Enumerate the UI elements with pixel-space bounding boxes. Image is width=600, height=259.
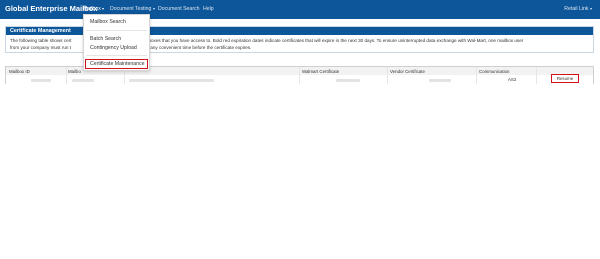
column-divider bbox=[387, 67, 388, 75]
chevron-down-icon bbox=[152, 7, 155, 10]
nav-mailbox[interactable]: Mailbox bbox=[83, 6, 105, 12]
menu-divider bbox=[86, 55, 147, 56]
nav-mailbox-label: Mailbox bbox=[83, 6, 101, 12]
redacted-vendor-cert bbox=[429, 78, 451, 82]
column-divider bbox=[536, 75, 537, 84]
redacted-mailbox-id bbox=[31, 78, 51, 82]
header-vendor-certificate[interactable]: Vendor Certificate bbox=[390, 69, 425, 74]
column-divider bbox=[387, 75, 388, 84]
column-divider bbox=[299, 67, 300, 75]
header-mailbox[interactable]: Mailbo bbox=[68, 69, 81, 74]
communication-value: AS2 bbox=[508, 77, 517, 82]
nav-document-testing[interactable]: Document Testing bbox=[110, 6, 155, 12]
panel-line-1-right: r the mailboxes that you have access to.… bbox=[129, 38, 524, 43]
redacted-walmart-cert bbox=[336, 78, 360, 82]
column-divider bbox=[66, 67, 67, 75]
column-divider bbox=[299, 75, 300, 84]
menu-item-batch-search[interactable]: Batch Search bbox=[90, 36, 121, 42]
header-communication[interactable]: Communication bbox=[479, 69, 510, 74]
menu-divider bbox=[86, 30, 147, 31]
panel-line-2-right: ' at any convenient time before the cert… bbox=[143, 45, 252, 50]
column-divider bbox=[476, 75, 477, 84]
header-mailbox-id[interactable]: Mailbox ID bbox=[9, 69, 30, 74]
nav-document-testing-label: Document Testing bbox=[110, 6, 152, 12]
retail-link-label: Retail Link bbox=[564, 6, 589, 12]
nav-document-search[interactable]: Document Search bbox=[158, 6, 200, 12]
menu-item-mailbox-search[interactable]: Mailbox Search bbox=[90, 19, 126, 25]
table-row: AS2 bbox=[6, 75, 593, 84]
column-divider bbox=[66, 75, 67, 84]
panel-line-2-left: from your company must run t bbox=[10, 45, 72, 50]
mailbox-dropdown-menu: Mailbox Search Batch Search Contingency … bbox=[83, 14, 150, 71]
chevron-down-icon bbox=[590, 7, 592, 10]
menu-item-contingency-upload[interactable]: Contingency Upload bbox=[90, 45, 137, 51]
column-divider bbox=[476, 67, 477, 75]
nav-help[interactable]: Help bbox=[203, 6, 214, 12]
redacted-mailbox-name bbox=[72, 78, 94, 82]
resume-button[interactable]: Resume bbox=[551, 74, 579, 83]
chevron-down-icon bbox=[102, 7, 105, 10]
menu-item-certificate-maintenance[interactable]: Certificate Maintenance bbox=[90, 61, 145, 67]
panel-line-1-left: The following table shows cert bbox=[10, 38, 72, 43]
redacted-company bbox=[129, 78, 214, 82]
header-walmart-certificate[interactable]: Walmart Certificate bbox=[302, 69, 339, 74]
column-divider bbox=[536, 67, 537, 75]
column-divider bbox=[124, 75, 125, 84]
retail-link-menu[interactable]: Retail Link bbox=[564, 6, 592, 12]
